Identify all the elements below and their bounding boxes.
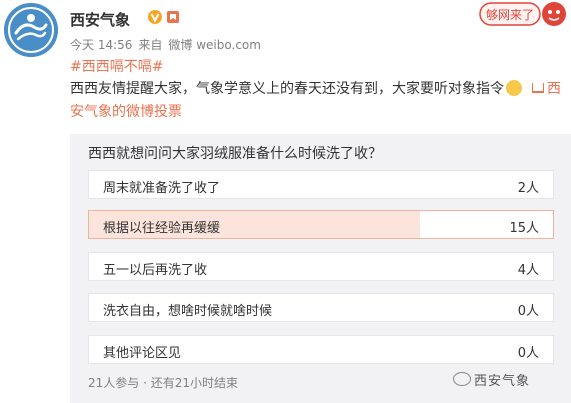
poll-option-5[interactable]: 其他评论区见 0人 — [88, 335, 554, 364]
smile-emoji-icon — [506, 80, 522, 96]
topic-hashtag[interactable]: #西西嗝不嗝# — [70, 56, 163, 76]
poll-option-3[interactable]: 五一以后再洗了收 4人 — [88, 252, 554, 281]
poll-option-label: 周末就准备洗了收了 — [103, 181, 221, 196]
watermark: 西安气象 — [453, 370, 530, 389]
poll-link-icon — [532, 83, 544, 93]
poll-option-count: 2人 — [517, 181, 539, 196]
poll-option-count: 4人 — [517, 263, 539, 278]
weather-swirl-logo-icon — [4, 3, 58, 57]
post-source[interactable]: 微博 weibo.com — [168, 38, 261, 52]
post-body: 西西友情提醒大家，气象学意义上的春天还没有到，大家要听对象指令 西安气象的微博投票 — [70, 78, 570, 124]
poll-option-count: 0人 — [517, 346, 539, 361]
member-badge-icon[interactable] — [166, 10, 180, 24]
username[interactable]: 西安气象 — [70, 9, 130, 30]
poll-card: 西西就想问问大家羽绒服准备什么时候洗了收？ 周末就准备洗了收了 2人 根据以往经… — [70, 134, 571, 403]
poll-option-label: 五一以后再洗了收 — [103, 263, 208, 278]
avatar[interactable] — [4, 3, 58, 57]
post-meta: 今天 14:56 来自 微博 weibo.com — [70, 36, 267, 53]
sticker-text: 够网来了 — [486, 8, 534, 22]
post-text: 西西友情提醒大家，气象学意义上的春天还没有到，大家要听对象指令 — [70, 81, 504, 97]
poll-question: 西西就想问问大家羽绒服准备什么时候洗了收？ — [88, 146, 382, 162]
poll-option-2[interactable]: 根据以往经验再缓缓 15人 — [88, 210, 554, 239]
poll-option-1[interactable]: 周末就准备洗了收了 2人 — [88, 170, 554, 199]
poll-option-count: 15人 — [509, 221, 539, 236]
poll-option-label: 其他评论区见 — [103, 346, 182, 361]
verified-v-icon — [148, 10, 162, 24]
poll-option-label: 根据以往经验再缓缓 — [103, 221, 221, 236]
poll-option-label: 洗衣自由，想啥时候就啥时候 — [103, 304, 273, 319]
wechat-icon — [453, 372, 471, 386]
source-prefix: 来自 — [138, 38, 163, 52]
poll-footer: 21人参与 · 还有21小时结束 — [88, 376, 238, 390]
watermark-text: 西安气象 — [474, 374, 531, 389]
poll-option-count: 0人 — [517, 304, 539, 319]
poll-option-4[interactable]: 洗衣自由，想啥时候就啥时候 0人 — [88, 293, 554, 322]
decorative-sticker: 够网来了 — [479, 2, 566, 26]
post-time[interactable]: 今天 14:56 — [70, 38, 132, 52]
